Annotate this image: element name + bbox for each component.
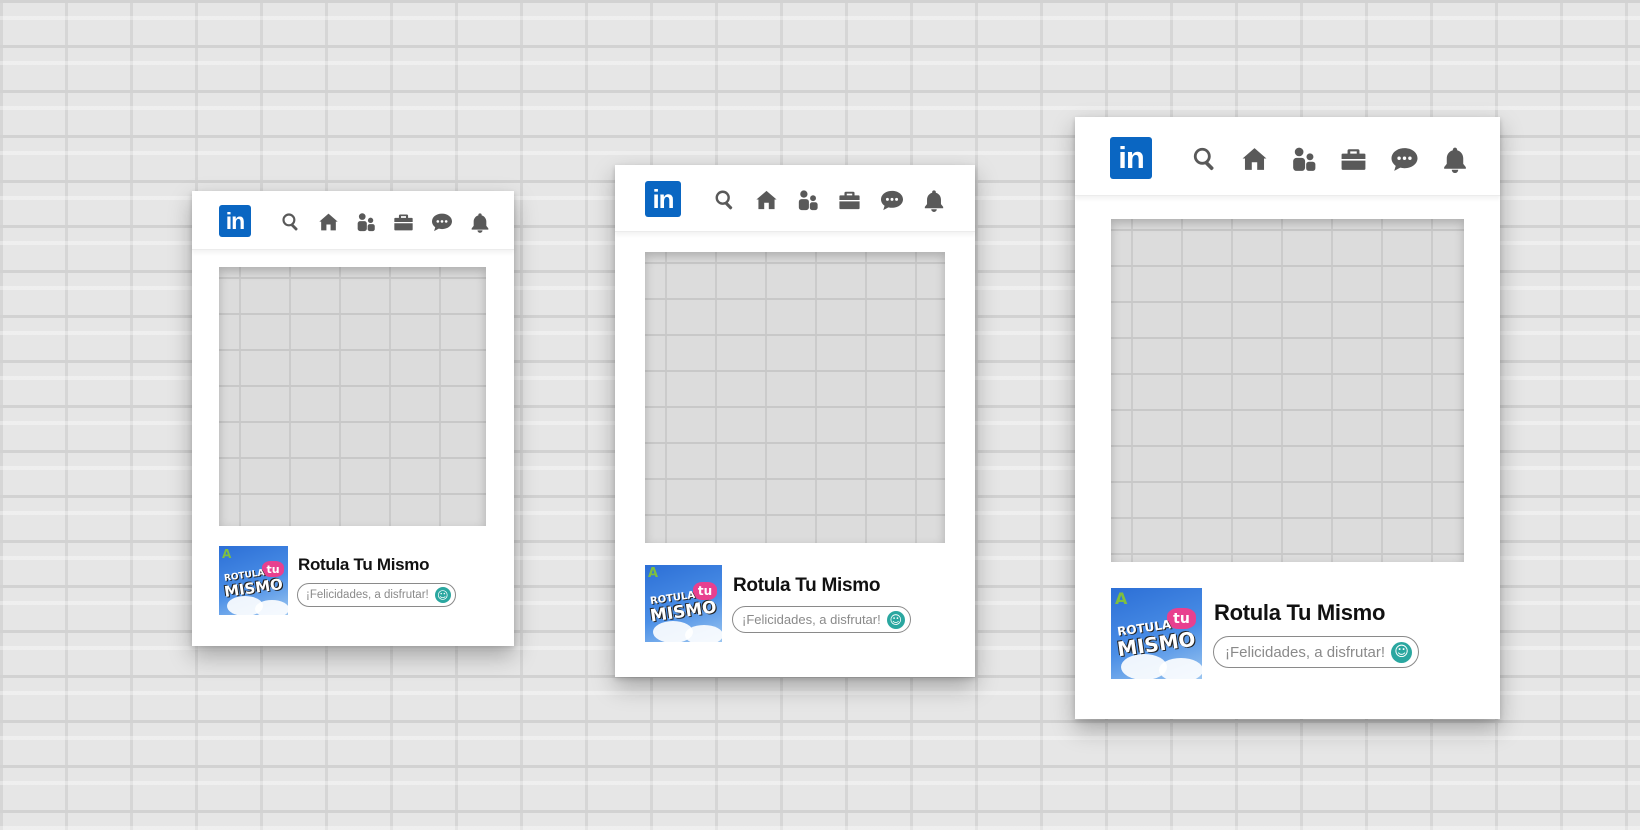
nav-icons — [714, 184, 945, 216]
profile-avatar: A tu ROTULA MISMO — [219, 546, 288, 615]
linkedin-frame-medium: in A tu ROTULA MISMO Rotula Tu Mismo ¡Fe… — [615, 165, 975, 677]
network-icon — [798, 190, 818, 211]
home-icon — [756, 190, 777, 210]
notifications-icon — [924, 189, 944, 212]
nav-icons — [1192, 140, 1468, 178]
profile-name: Rotula Tu Mismo — [733, 575, 881, 596]
profile-name: Rotula Tu Mismo — [298, 555, 430, 574]
linkedin-logo: in — [219, 205, 251, 237]
notifications-icon — [471, 212, 489, 233]
messaging-icon — [432, 213, 452, 232]
search-icon — [715, 190, 733, 210]
jobs-icon — [1341, 149, 1366, 170]
nav-icons — [281, 208, 490, 236]
network-icon — [357, 213, 375, 232]
laughing-emoji-icon: ☺ — [1391, 641, 1413, 663]
messaging-icon — [1391, 148, 1418, 171]
home-icon — [319, 213, 338, 231]
comment-text: ¡Felicidades, a disfrutar! — [1225, 643, 1386, 661]
comment-pill: ¡Felicidades, a disfrutar! ☺ — [732, 606, 911, 633]
linkedin-logo: in — [1110, 137, 1152, 179]
search-icon — [1193, 147, 1214, 171]
linkedin-frame-large: in A tu ROTULA MISMO Rotula Tu Mismo ¡Fe… — [1075, 117, 1500, 719]
profile-avatar: A tu ROTULA MISMO — [1111, 588, 1202, 679]
notifications-icon — [1444, 147, 1466, 173]
comment-pill: ¡Felicidades, a disfrutar! ☺ — [297, 583, 456, 607]
linkedin-logo: in — [645, 181, 681, 217]
profile-name: Rotula Tu Mismo — [1214, 600, 1386, 625]
profile-avatar: A tu ROTULA MISMO — [645, 565, 722, 642]
home-icon — [1242, 148, 1267, 170]
comment-pill: ¡Felicidades, a disfrutar! ☺ — [1213, 636, 1420, 668]
comment-text: ¡Felicidades, a disfrutar! — [742, 612, 881, 627]
photo-cutout-area — [1111, 219, 1464, 562]
network-icon — [1293, 147, 1316, 171]
messaging-icon — [881, 190, 903, 211]
comment-text: ¡Felicidades, a disfrutar! — [306, 589, 429, 601]
photo-cutout-area — [645, 252, 945, 543]
jobs-icon — [839, 191, 860, 210]
photo-cutout-area — [219, 267, 486, 526]
linkedin-frame-small: in A tu ROTULA MISMO Rotula Tu Mismo ¡Fe… — [192, 191, 514, 646]
search-icon — [282, 213, 298, 231]
laughing-emoji-icon: ☺ — [434, 587, 451, 603]
laughing-emoji-icon: ☺ — [886, 610, 905, 629]
jobs-icon — [394, 214, 413, 231]
